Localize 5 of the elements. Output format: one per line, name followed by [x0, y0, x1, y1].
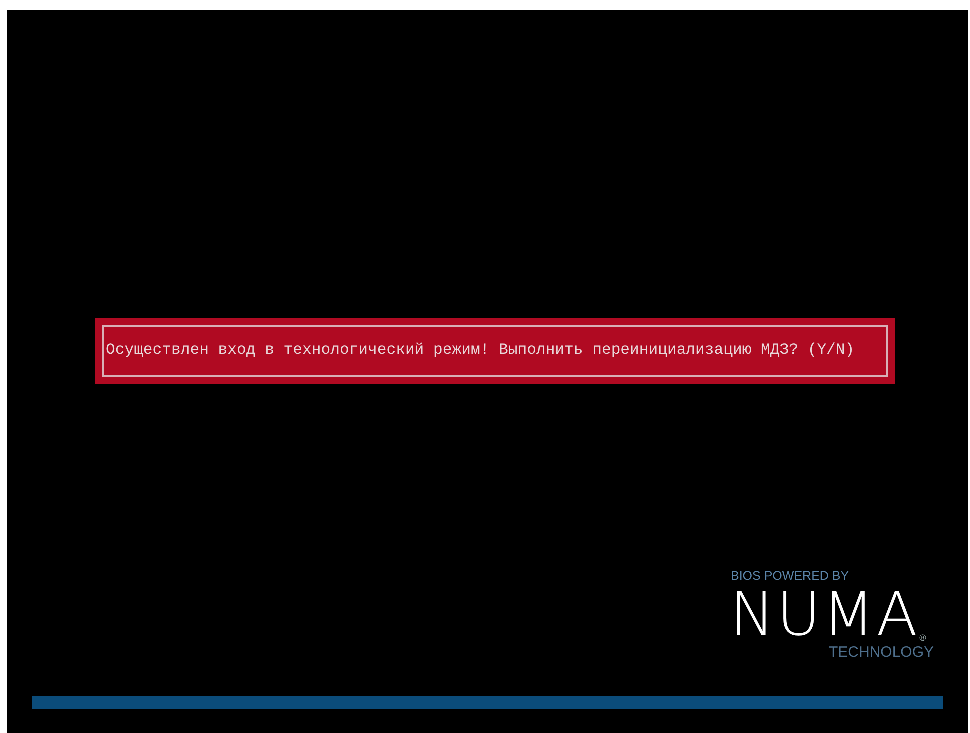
registered-mark: ®: [920, 634, 926, 642]
logo-caption: BIOS POWERED BY: [731, 570, 850, 582]
logo-subtitle: TECHNOLOGY: [828, 644, 934, 660]
logo-wordmark: NUMA: [730, 584, 920, 644]
dialog-message: Осуществлен вход в технологический режим! Выполнить переинициализацию МДЗ? (Y/N): [106, 340, 855, 362]
